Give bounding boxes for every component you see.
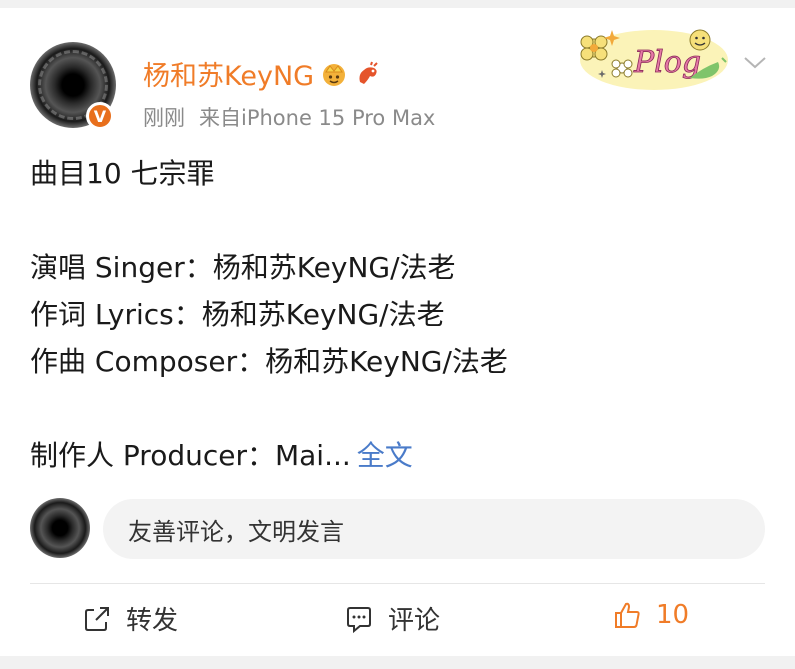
dragon-badge-icon	[359, 61, 378, 84]
post-line: 作曲 Composer：杨和苏KeyNG/法老	[30, 345, 508, 378]
comment-placeholder: 友善评论，文明发言	[128, 517, 344, 546]
post-content: 曲目10 七宗罪 演唱 Singer：杨和苏KeyNG/法老 作词 Lyrics…	[30, 150, 770, 479]
current-user-avatar	[30, 498, 90, 558]
comment-label: 评论	[388, 606, 441, 636]
thumbs-up-icon	[615, 602, 640, 628]
repost-button[interactable]: 转发	[82, 600, 178, 637]
weibo-post-card: V 杨和苏KeyNG 刚刚 来自iPhone 15 Pro Max Plog 曲…	[0, 8, 795, 656]
like-button[interactable]: 10	[612, 600, 689, 630]
repost-label: 转发	[126, 606, 179, 636]
post-line: 曲目10 七宗罪	[30, 157, 215, 190]
author-row: 杨和苏KeyNG	[143, 54, 382, 93]
plog-sticker: Plog	[580, 29, 728, 90]
post-line: 演唱 Singer：杨和苏KeyNG/法老	[30, 251, 456, 284]
post-line-text: 制作人 Producer：Mai...	[30, 439, 351, 472]
chevron-down-icon[interactable]	[742, 52, 768, 72]
post-source: 来自iPhone 15 Pro Max	[199, 106, 436, 130]
crown-badge-icon	[323, 63, 346, 86]
post-line-blank	[30, 197, 770, 244]
post-time: 刚刚	[143, 106, 185, 130]
plog-sticker-text: Plog	[633, 45, 701, 80]
post-meta: 刚刚 来自iPhone 15 Pro Max	[143, 102, 449, 132]
repost-icon	[85, 606, 109, 631]
expand-full-text-link[interactable]: 全文	[357, 439, 413, 472]
comment-icon	[347, 606, 371, 633]
post-line-blank	[30, 385, 770, 432]
comment-button[interactable]: 评论	[344, 600, 440, 637]
like-count: 10	[656, 600, 690, 630]
divider	[30, 583, 765, 584]
post-line: 作词 Lyrics：杨和苏KeyNG/法老	[30, 298, 445, 331]
v-badge-icon: V	[86, 102, 114, 130]
comment-input[interactable]: 友善评论，文明发言	[103, 499, 765, 559]
post-line-last: 制作人 Producer：Mai... 全文	[30, 432, 770, 479]
author-name[interactable]: 杨和苏KeyNG	[143, 54, 314, 93]
